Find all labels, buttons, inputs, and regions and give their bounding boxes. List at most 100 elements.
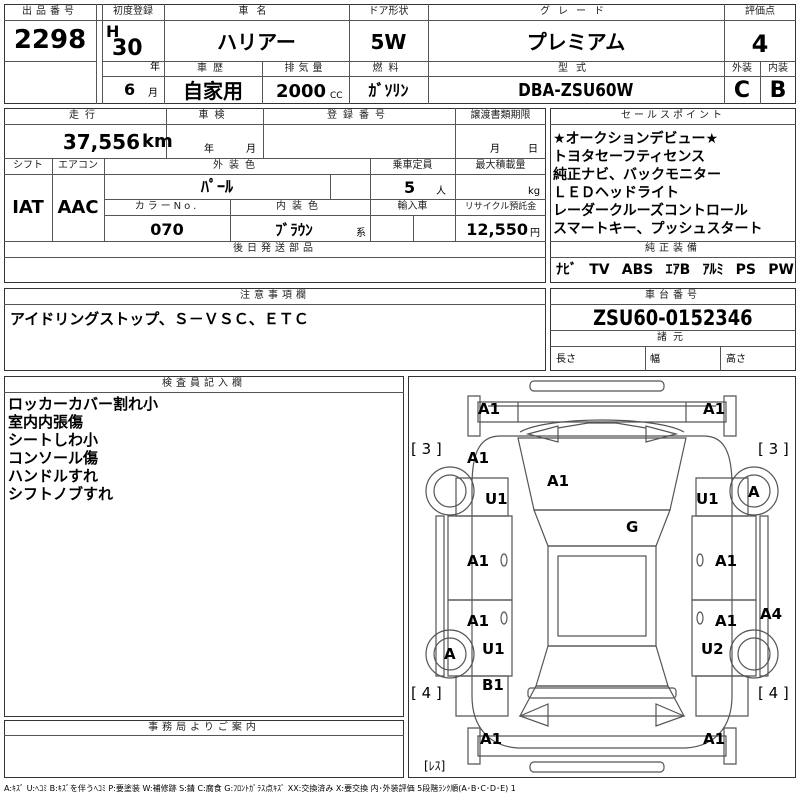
recycle-value: 12,550 (466, 220, 528, 239)
displacement-unit: CC (330, 91, 343, 101)
mark-hood: A1 (547, 472, 570, 490)
grade-value: プレミアム (526, 30, 626, 54)
shift-value: IAT (12, 197, 44, 218)
mark-rear-left-bumper: A1 (480, 730, 503, 748)
mark-door-rear-right: A1 (715, 612, 738, 630)
chassis-number: ZSU60-0152346 (593, 306, 753, 330)
exterior-label: 外装 (732, 63, 752, 74)
mark-tire-front-right: [ 3 ] (758, 440, 789, 458)
mark-wheel-front-right: A (748, 483, 760, 501)
interior-label: 内装 (768, 63, 788, 74)
mark-tire-rear-left: [ 4 ] (411, 684, 442, 702)
equipment-item: ｴｱB (665, 262, 691, 278)
mark-rear-right-bumper: A1 (703, 730, 726, 748)
reg-year: 30 (112, 36, 143, 61)
sales-point: ＬＥＤヘッドライト (553, 185, 679, 201)
import-label: 輸入車 (397, 201, 428, 212)
sales-point: ★オークションデビュー★ (553, 131, 719, 147)
score-value: 4 (751, 30, 769, 58)
office-label: 事務局よりご案内 (148, 722, 260, 733)
equipment-list: ﾅﾋﾞ TV ABS ｴｱB ｱﾙﾐ PS PW (556, 261, 794, 279)
equipment-label: 純正装備 (645, 243, 701, 254)
interior-color-label: 内装色 (276, 201, 324, 212)
mark-door-front-right-upper: U1 (696, 490, 719, 508)
mark-door-front-left: A1 (467, 552, 490, 570)
load-unit: kg (528, 186, 541, 197)
transfer-label: 譲渡書類期限 (470, 110, 531, 121)
equipment-item: PS (735, 262, 757, 278)
color-no-label: カラーNo. (134, 201, 200, 212)
mileage-label: 走行 (69, 110, 101, 121)
inspector-line: シートしわ小 (8, 431, 99, 449)
length-label: 長さ (556, 354, 576, 365)
capacity-value: 5 (404, 178, 416, 197)
width-label: 幅 (650, 354, 660, 365)
displacement-value: 2000 (275, 81, 327, 102)
dims-label: 諸元 (657, 332, 689, 343)
capacity-unit: 人 (436, 186, 446, 197)
inspector-line: 室内内張傷 (8, 413, 84, 431)
model-value: DBA-ZSU60W (518, 80, 634, 101)
height-label: 高さ (726, 354, 746, 365)
inspector-line: ロッカーカバー割れ小 (8, 395, 159, 413)
sales-points-list: ★オークションデビュー★ トヨタセーフティセンス 純正ナビ、バックモニター ＬＥ… (553, 130, 793, 238)
notes-label: 注意事項欄 (240, 290, 310, 301)
inspection-label: 車検 (198, 110, 231, 121)
color-no-value: 070 (150, 220, 184, 239)
later-parts-label: 後日発送部品 (233, 243, 317, 254)
mark-fender-front-left: A1 (467, 449, 490, 467)
displacement-label: 排気量 (284, 63, 327, 74)
mark-rocker-rear-left: U1 (482, 640, 505, 658)
sales-point: トヨタセーフティセンス (553, 149, 706, 165)
sales-point: 純正ナビ、バックモニター (553, 167, 721, 183)
inspector-line: ハンドルすれ (8, 467, 99, 485)
mark-door-front-left-upper: U1 (485, 490, 508, 508)
mark-windshield: G (626, 518, 639, 536)
mark-spare-tire: [ﾚｽ] (424, 759, 446, 773)
sales-points-label: セールスポイント (621, 110, 725, 121)
color-value: ﾊﾟｰﾙ (200, 177, 233, 196)
interior-color-value: ﾌﾞﾗｳﾝ (275, 221, 313, 239)
aircon-label: エアコン (58, 160, 98, 171)
lot-number: 2298 (13, 25, 87, 55)
reg-no-label: 登録番号 (327, 110, 391, 121)
history-label: 車歴 (197, 63, 229, 74)
reg-month: 6 (124, 80, 136, 99)
legend-text: A:ｷｽﾞ U:ﾍｺﾐ B:ｷｽﾞを伴うﾍｺﾐ P:要塗装 W:補修跡 S:錆 … (4, 784, 516, 793)
inspector-notes: ロッカーカバー割れ小 室内内張傷 シートしわ小 コンソール傷 ハンドルすれ シフ… (8, 395, 398, 503)
mark-front-left-bumper: A1 (478, 400, 501, 418)
mark-rocker-rear-right: U2 (701, 640, 724, 658)
grade-label: グレード (540, 6, 612, 17)
mark-front-right-bumper: A1 (703, 400, 726, 418)
lot-label: 出品番号 (22, 6, 78, 17)
interior-value: B (769, 78, 787, 103)
model-label: 型式 (558, 63, 594, 74)
year-unit: 年 (150, 62, 160, 73)
color-label: 外装色 (213, 160, 261, 171)
fuel-value: ｶﾞｿﾘﾝ (368, 81, 409, 100)
capacity-label: 乗車定員 (392, 160, 433, 171)
exterior-value: C (733, 78, 751, 103)
equipment-item: PW (768, 262, 794, 278)
mark-quarter-rear-right: A4 (760, 605, 783, 623)
inspector-line: コンソール傷 (8, 449, 99, 467)
history-value: 自家用 (183, 79, 243, 103)
mark-tire-rear-right: [ 4 ] (758, 684, 789, 702)
shift-label: シフト (13, 160, 43, 171)
month-unit: 月 (148, 88, 158, 99)
score-label: 評価点 (745, 6, 775, 17)
car-name: ハリアー (217, 30, 296, 54)
inspector-label: 検査員記入欄 (162, 378, 246, 389)
mark-wheel-rear-left: A (444, 645, 456, 663)
mark-door-front-right: A1 (715, 552, 738, 570)
recycle-label: リサイクル預託金 (464, 202, 537, 212)
car-diagram (425, 380, 779, 773)
equipment-item: ABS (621, 262, 654, 278)
inspection-year-unit: 年 (204, 144, 214, 155)
inspector-line: シフトノブすれ (8, 485, 114, 503)
chassis-label: 車台番号 (645, 290, 701, 301)
inspection-month-unit: 月 (246, 144, 256, 155)
notes-text: アイドリングストップ、Ｓ－ＶＳＣ、ＥＴＣ (10, 310, 309, 328)
transfer-day-unit: 日 (528, 144, 538, 155)
equipment-item: TV (589, 262, 610, 278)
